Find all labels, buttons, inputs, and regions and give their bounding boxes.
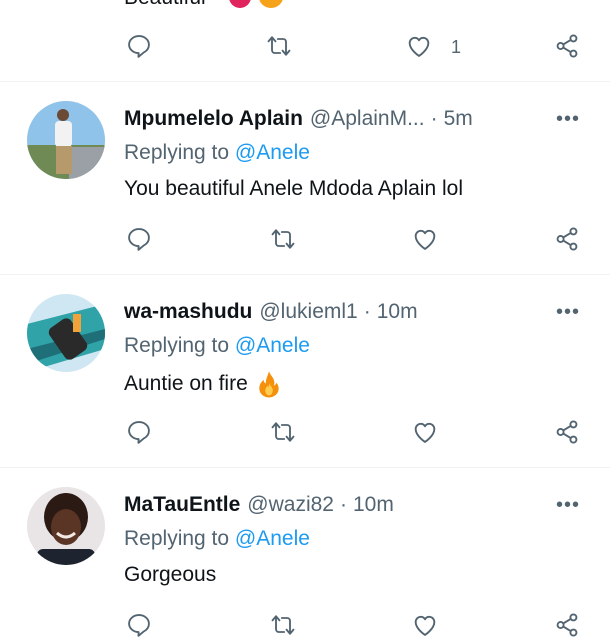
replying-to: Replying to @Anele <box>124 334 310 358</box>
like-button[interactable] <box>410 224 440 254</box>
more-dots-icon[interactable]: ••• <box>556 301 580 324</box>
heart-icon <box>414 422 436 443</box>
replying-prefix: Replying to <box>124 141 230 164</box>
display-name[interactable]: wa-mashudu <box>124 300 252 324</box>
share-button[interactable] <box>552 31 582 61</box>
top-reply-partial[interactable]: Beautiful 1 <box>0 0 610 82</box>
share-icon <box>556 34 578 58</box>
more-dots-icon[interactable]: ••• <box>556 494 580 517</box>
retweet-button[interactable] <box>264 31 294 61</box>
retweet-button[interactable] <box>268 417 298 447</box>
comment-icon <box>128 228 150 251</box>
avatar[interactable] <box>27 294 105 372</box>
timestamp[interactable]: 5m <box>444 107 473 131</box>
like-count: 1 <box>451 37 462 57</box>
retweet-button[interactable] <box>268 610 298 640</box>
tweet-actions <box>0 417 610 447</box>
like-button[interactable] <box>410 417 440 447</box>
more-dots-icon[interactable]: ••• <box>556 108 580 131</box>
separator-dot: · <box>363 300 371 323</box>
share-icon <box>556 420 578 444</box>
tweet-text: Gorgeous <box>124 563 217 586</box>
mention-link[interactable]: @Anele <box>235 527 310 550</box>
heart-emoji <box>229 0 251 8</box>
avatar[interactable] <box>27 487 105 565</box>
reply-tweet[interactable]: MaTauEntle @wazi82 · 10m ••• Replying to… <box>0 467 610 640</box>
timestamp[interactable]: 10m <box>353 493 394 517</box>
heart-icon <box>408 36 430 57</box>
heart-icon <box>414 615 436 636</box>
share-button[interactable] <box>552 417 582 447</box>
user-handle[interactable]: @lukieml1 <box>259 300 357 324</box>
display-name[interactable]: MaTauEntle <box>124 493 240 517</box>
comment-icon <box>128 421 150 444</box>
tweet-actions <box>0 610 610 640</box>
tweet-actions: 1 <box>0 31 610 61</box>
reply-button[interactable] <box>124 417 154 447</box>
separator-dot: · <box>339 493 347 516</box>
retweet-icon <box>267 36 291 56</box>
tweet-text: You beautiful Anele Mdoda Aplain lol <box>124 177 463 200</box>
fire-emoji <box>259 371 279 398</box>
retweet-icon <box>271 422 295 442</box>
like-button[interactable] <box>404 31 434 61</box>
comment-icon <box>128 35 150 58</box>
retweet-icon <box>271 229 295 249</box>
reply-tweet[interactable]: wa-mashudu @lukieml1 · 10m ••• Replying … <box>0 274 610 467</box>
share-icon <box>556 227 578 251</box>
comment-icon <box>128 614 150 637</box>
retweet-button[interactable] <box>268 224 298 254</box>
replying-prefix: Replying to <box>124 334 230 357</box>
tweet-text: Auntie on fire <box>124 372 248 395</box>
reply-button[interactable] <box>124 31 154 61</box>
user-handle[interactable]: @AplainM... <box>310 107 425 131</box>
replying-prefix: Replying to <box>124 527 230 550</box>
replying-to: Replying to @Anele <box>124 141 310 165</box>
tweet-actions <box>0 224 610 254</box>
share-button[interactable] <box>552 610 582 640</box>
share-icon <box>556 613 578 637</box>
like-button[interactable] <box>410 610 440 640</box>
mention-link[interactable]: @Anele <box>235 334 310 357</box>
avatar[interactable] <box>27 101 105 179</box>
display-name[interactable]: Mpumelelo Aplain <box>124 107 303 131</box>
user-handle[interactable]: @wazi82 <box>247 493 334 517</box>
tweet-text-cut: Beautiful <box>124 0 206 10</box>
replying-to: Replying to @Anele <box>124 527 310 551</box>
heart-icon <box>414 229 436 250</box>
reply-button[interactable] <box>124 610 154 640</box>
separator-dot: · <box>430 107 438 130</box>
fire-emoji <box>259 0 283 8</box>
reply-tweet[interactable]: Mpumelelo Aplain @AplainM... · 5m ••• Re… <box>0 81 610 274</box>
mention-link[interactable]: @Anele <box>235 141 310 164</box>
reply-button[interactable] <box>124 224 154 254</box>
retweet-icon <box>271 615 295 635</box>
share-button[interactable] <box>552 224 582 254</box>
timestamp[interactable]: 10m <box>377 300 418 324</box>
